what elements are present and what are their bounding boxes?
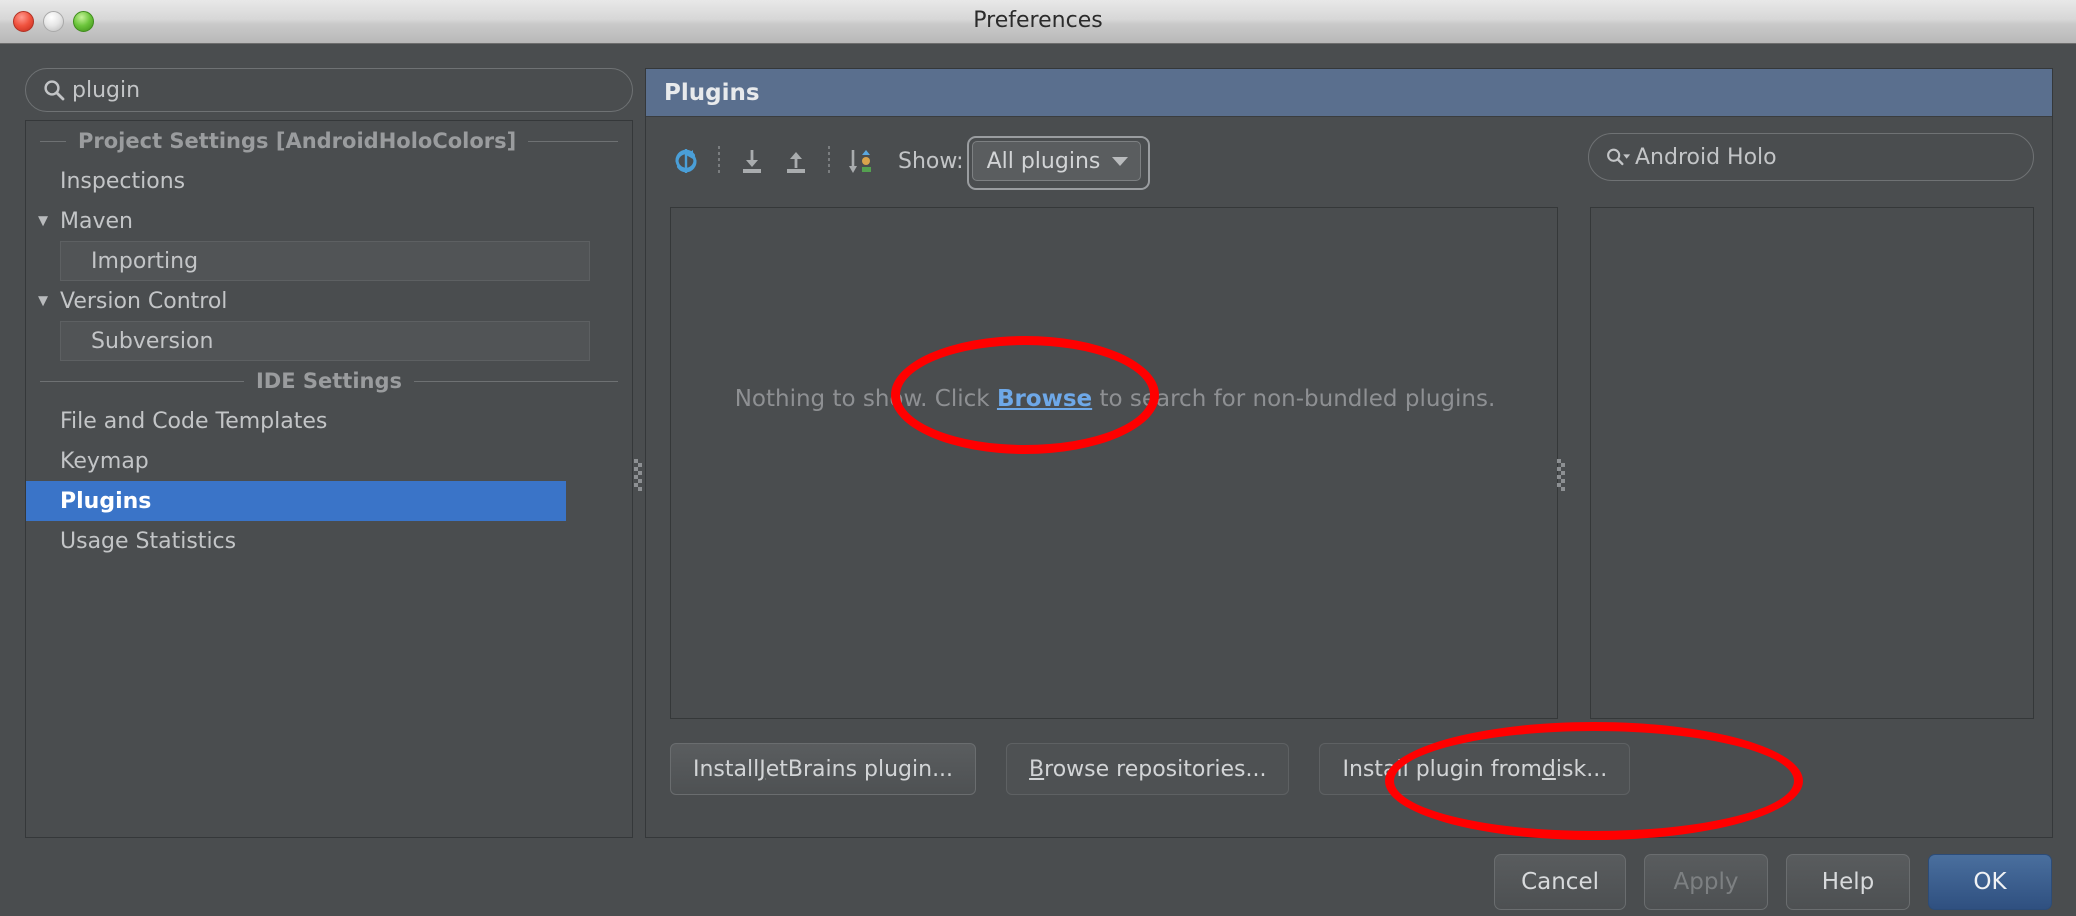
preferences-window: Preferences plugin Project Settings [And… (0, 0, 2076, 916)
browse-link[interactable]: Browse (997, 386, 1092, 412)
search-icon (1605, 145, 1631, 169)
chevron-down-icon[interactable]: ▼ (26, 291, 60, 311)
plugin-search-field[interactable]: Android Holo (1588, 133, 2034, 181)
sidebar-item-plugins[interactable]: Plugins (26, 481, 566, 521)
empty-state-before: Nothing to show. Click (734, 386, 997, 412)
btn-mnemonic: d (1541, 756, 1556, 782)
cancel-button[interactable]: Cancel (1494, 854, 1626, 910)
window-title: Preferences (973, 8, 1103, 33)
sidebar-item-subversion[interactable]: Subversion (60, 321, 590, 361)
splitter-grip-right[interactable] (1557, 459, 1565, 495)
tree-group-label: Project Settings [AndroidHoloColors] (78, 129, 517, 153)
sidebar-item-label: Version Control (60, 288, 228, 314)
sidebar-item-version-control[interactable]: ▼ Version Control (26, 281, 632, 321)
toolbar-separator (828, 146, 830, 176)
btn-text-pre: Install (693, 756, 760, 782)
btn-mnemonic: B (1029, 756, 1045, 782)
settings-search-field[interactable]: plugin (25, 68, 633, 112)
show-filter-label: Show: (898, 148, 964, 174)
sidebar-item-keymap[interactable]: Keymap (26, 441, 632, 481)
sidebar-item-inspections[interactable]: Inspections (26, 161, 632, 201)
browse-repositories-button[interactable]: Browse repositories... (1006, 743, 1290, 795)
plugins-list[interactable]: Nothing to show. Click Browse to search … (670, 207, 1558, 719)
sort-icon[interactable] (840, 141, 884, 181)
empty-state-after: to search for non-bundled plugins. (1092, 386, 1496, 412)
title-bar: Preferences (0, 0, 2076, 44)
plugin-search-value: Android Holo (1635, 144, 1777, 170)
sidebar-item-usage-statistics[interactable]: Usage Statistics (26, 521, 632, 561)
sidebar-item-file-and-code-templates[interactable]: File and Code Templates (26, 401, 632, 441)
sidebar-item-label: Maven (60, 208, 133, 234)
btn-text-pre: Install plugin from (1342, 756, 1542, 782)
splitter-grip-left[interactable] (634, 459, 642, 495)
upload-icon[interactable] (774, 141, 818, 181)
show-filter-dropdown[interactable]: All plugins (966, 136, 1151, 190)
sidebar-item-label: Usage Statistics (60, 528, 237, 554)
help-button[interactable]: Help (1786, 854, 1910, 910)
ok-button[interactable]: OK (1928, 854, 2052, 910)
plugins-panel: Plugins Show: All plugins Android Holo N… (645, 68, 2053, 838)
plugin-details-pane (1590, 207, 2034, 719)
tree-group-ide-settings: IDE Settings (26, 361, 632, 401)
settings-tree[interactable]: Project Settings [AndroidHoloColors] Ins… (25, 120, 633, 838)
settings-search-value: plugin (72, 77, 141, 103)
dialog-surface: plugin Project Settings [AndroidHoloColo… (0, 44, 2076, 916)
plugins-action-bar: Install JetBrains plugin... Browse repos… (670, 741, 2034, 797)
sidebar-item-maven[interactable]: ▼ Maven (26, 201, 632, 241)
btn-text-post: rowse repositories... (1044, 756, 1267, 782)
settings-sidebar: plugin Project Settings [AndroidHoloColo… (25, 68, 635, 838)
install-plugin-from-disk-button[interactable]: Install plugin from d isk... (1319, 743, 1631, 795)
btn-text-post: etBrains plugin... (765, 756, 954, 782)
download-icon[interactable] (730, 141, 774, 181)
panel-header: Plugins (646, 69, 2052, 117)
empty-state-message: Nothing to show. Click Browse to search … (671, 386, 1559, 412)
sidebar-item-label: Inspections (60, 168, 186, 194)
chevron-down-icon (1112, 156, 1129, 166)
tree-group-label: IDE Settings (255, 369, 403, 393)
page-title: Plugins (664, 79, 760, 106)
dialog-footer: Cancel Apply Help OK (1494, 854, 2052, 910)
tree-group-project-settings: Project Settings [AndroidHoloColors] (26, 121, 632, 161)
sidebar-item-label: Importing (91, 248, 199, 274)
refresh-icon[interactable] (664, 141, 708, 181)
install-jetbrains-plugin-button[interactable]: Install JetBrains plugin... (670, 743, 977, 795)
show-filter-value: All plugins (986, 148, 1101, 174)
btn-text-post: isk... (1555, 756, 1608, 782)
search-icon (42, 78, 66, 102)
sidebar-item-label: Keymap (60, 448, 149, 474)
sidebar-item-importing[interactable]: Importing (60, 241, 590, 281)
sidebar-item-label: File and Code Templates (60, 408, 328, 434)
sidebar-item-label: Plugins (60, 488, 152, 514)
apply-button[interactable]: Apply (1644, 854, 1768, 910)
toolbar-separator (718, 146, 720, 176)
chevron-down-icon[interactable]: ▼ (26, 211, 60, 231)
sidebar-item-label: Subversion (91, 328, 214, 354)
